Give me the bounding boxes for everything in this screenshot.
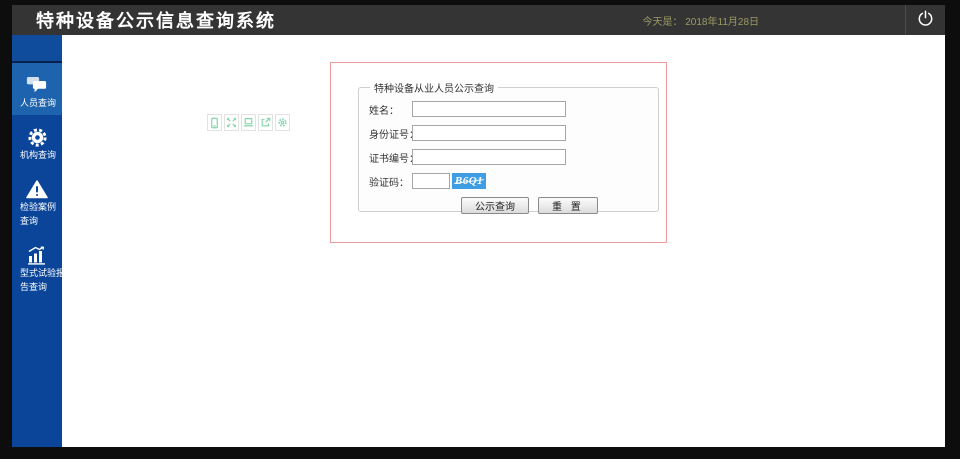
sidebar-logo-block	[12, 35, 62, 63]
chat-bubbles-icon	[12, 75, 62, 95]
external-link-icon[interactable]	[258, 114, 273, 131]
sidebar-item-personnel-query[interactable]: 人员查询	[12, 63, 62, 115]
sidebar-item-organization-query[interactable]: 机构查询	[12, 115, 62, 167]
date-prefix: 今天是：	[642, 16, 683, 28]
sidebar-item-label: 机构查询	[20, 150, 57, 160]
sidebar: 人员查询 机构查询 检验案例 查询 型式试验报 告查询	[12, 35, 66, 447]
power-icon	[917, 10, 934, 30]
form-row-name: 姓名：	[369, 97, 658, 121]
form-row-captcha: 验证码： B6Q1	[369, 169, 658, 193]
certificate-number-label: 证书编号：	[369, 153, 419, 165]
warning-triangle-icon	[12, 179, 62, 199]
id-number-input[interactable]	[412, 125, 566, 141]
sidebar-item-label: 检验案例	[20, 202, 57, 212]
fieldset-legend: 特种设备从业人员公示查询	[374, 84, 494, 95]
sidebar-item-label: 型式试验报	[20, 268, 66, 278]
settings-icon[interactable]	[275, 114, 290, 131]
sidebar-item-label-line2: 查询	[20, 216, 39, 226]
gear-icon	[12, 127, 62, 147]
id-number-label: 身份证号：	[369, 129, 419, 141]
name-input[interactable]	[412, 101, 566, 117]
captcha-label: 验证码：	[369, 177, 409, 189]
header-date: 今天是： 2018年11月28日	[642, 13, 759, 28]
personnel-query-fieldset: 特种设备从业人员公示查询 姓名： 身份证号： 证书编号： 验证码： B6Q1 公…	[358, 80, 659, 214]
captcha-image[interactable]: B6Q1	[452, 173, 486, 189]
sidebar-item-type-test-report-query[interactable]: 型式试验报 告查询	[12, 233, 66, 299]
date-value: 2018年11月28日	[685, 16, 759, 28]
reset-button[interactable]: 重 置	[538, 197, 598, 214]
form-row-certificate-number: 证书编号：	[369, 145, 658, 169]
mini-toolbar	[207, 114, 290, 131]
smartphone-icon[interactable]	[207, 114, 222, 131]
fullscreen-icon[interactable]	[224, 114, 239, 131]
bar-chart-icon	[12, 245, 62, 265]
certificate-number-input[interactable]	[412, 149, 566, 165]
main-content: 特种设备从业人员公示查询 姓名： 身份证号： 证书编号： 验证码： B6Q1 公…	[62, 35, 945, 447]
captcha-input[interactable]	[412, 173, 450, 189]
logout-power-button[interactable]	[906, 5, 945, 35]
query-panel: 特种设备从业人员公示查询 姓名： 身份证号： 证书编号： 验证码： B6Q1 公…	[330, 62, 667, 243]
name-label: 姓名：	[369, 105, 399, 117]
app-header: 特种设备公示信息查询系统 今天是： 2018年11月28日	[12, 5, 945, 35]
laptop-icon[interactable]	[241, 114, 256, 131]
public-query-button[interactable]: 公示查询	[461, 197, 529, 214]
form-row-id-number: 身份证号：	[369, 121, 658, 145]
sidebar-item-label: 人员查询	[20, 98, 57, 108]
button-row: 公示查询 重 置	[369, 197, 658, 214]
sidebar-item-label-line2: 告查询	[20, 282, 48, 292]
page-title: 特种设备公示信息查询系统	[36, 11, 276, 31]
sidebar-item-inspection-case-query[interactable]: 检验案例 查询	[12, 167, 62, 233]
